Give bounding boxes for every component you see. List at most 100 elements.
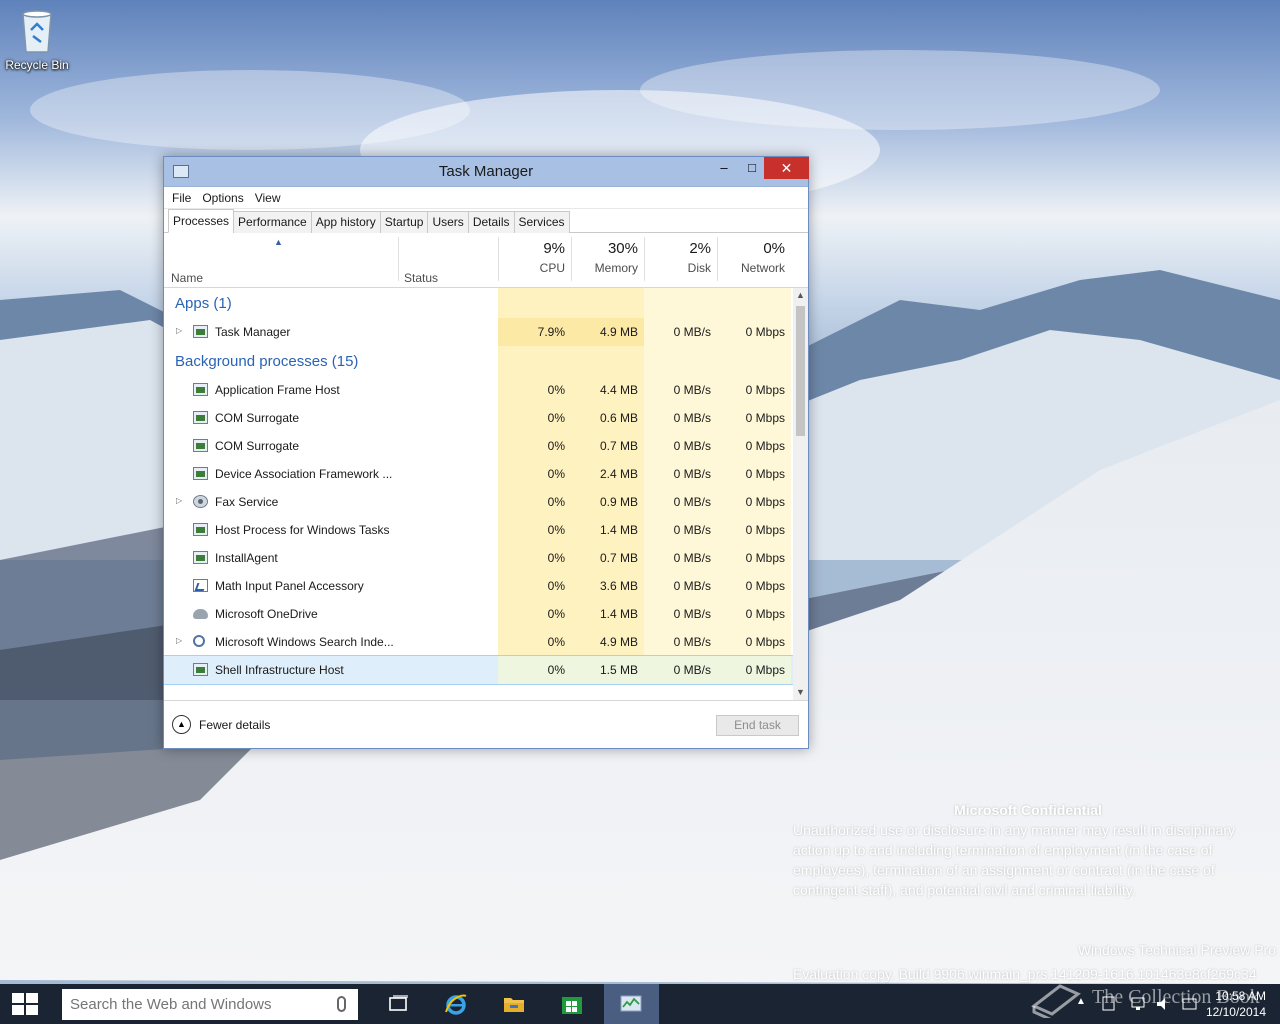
taskbar-search-box[interactable]: [62, 989, 358, 1020]
cpu-cell: 0%: [498, 572, 571, 600]
scroll-down-arrow-icon[interactable]: ▼: [793, 685, 808, 700]
title-bar[interactable]: Task Manager – □ ✕: [164, 157, 809, 187]
recycle-bin-label: Recycle Bin: [5, 58, 69, 72]
search-input[interactable]: [62, 989, 332, 1020]
process-row[interactable]: Microsoft OneDrive 0% 1.4 MB 0 MB/s 0 Mbps: [164, 600, 808, 628]
internet-explorer-button[interactable]: [432, 984, 480, 1024]
tab-app-history[interactable]: App history: [310, 211, 381, 233]
task-view-icon: [389, 995, 408, 1011]
app-window-icon: [193, 439, 208, 452]
process-row[interactable]: Math Input Panel Accessory 0% 3.6 MB 0 MB/…: [164, 572, 808, 600]
scroll-thumb[interactable]: [796, 306, 805, 436]
process-row[interactable]: Host Process for Windows Tasks 0% 1.4 MB 0…: [164, 516, 808, 544]
column-memory-header[interactable]: 30% Memory: [571, 233, 644, 288]
expand-chevron-icon[interactable]: ▷: [176, 636, 182, 645]
disk-cell: 0 MB/s: [644, 404, 717, 432]
end-task-button[interactable]: End task: [716, 715, 799, 736]
expand-chevron-icon[interactable]: ▷: [176, 496, 182, 505]
microphone-icon[interactable]: [337, 996, 346, 1012]
process-row[interactable]: ▷ Fax Service 0% 0.9 MB 0 MB/s 0 Mbps: [164, 488, 808, 516]
vertical-scrollbar[interactable]: ▲ ▼: [793, 288, 808, 700]
disk-cell: 0 MB/s: [644, 544, 717, 572]
cpu-cell: 0%: [498, 488, 571, 516]
cpu-cell: 0%: [498, 656, 571, 684]
cpu-cell: 0%: [498, 432, 571, 460]
group-background-processes[interactable]: Background processes (15): [164, 346, 808, 376]
task-manager-icon: [193, 325, 208, 338]
close-button[interactable]: ✕: [764, 157, 809, 179]
network-cell: 0 Mbps: [717, 572, 791, 600]
disk-cell: 0 MB/s: [644, 460, 717, 488]
menu-options[interactable]: Options: [198, 187, 247, 208]
menu-file[interactable]: File: [168, 187, 195, 208]
process-name: Device Association Framework ...: [215, 467, 393, 481]
column-disk-header[interactable]: 2% Disk: [644, 233, 717, 288]
app-window-icon: [193, 551, 208, 564]
memory-cell: 1.5 MB: [571, 656, 644, 684]
process-name: Host Process for Windows Tasks: [215, 523, 390, 537]
process-row[interactable]: Shell Infrastructure Host 0% 1.5 MB 0 MB/s…: [164, 655, 808, 685]
memory-total-percent: 30%: [607, 240, 638, 257]
memory-cell: 1.4 MB: [571, 600, 644, 628]
task-manager-taskbar-button[interactable]: [604, 984, 659, 1024]
fewer-details-button[interactable]: ▲ Fewer details: [172, 715, 270, 734]
recycle-bin-desktop-icon[interactable]: Recycle Bin: [4, 6, 70, 72]
column-network-header[interactable]: 0% Network: [717, 233, 791, 288]
memory-cell: [571, 288, 644, 318]
tab-services[interactable]: Services: [513, 211, 570, 233]
tab-strip: Processes Performance App history Startu…: [164, 209, 808, 233]
expand-chevron-icon[interactable]: ▷: [176, 326, 182, 335]
column-name-header[interactable]: Name: [171, 271, 203, 285]
task-view-button[interactable]: [375, 984, 423, 1024]
store-button[interactable]: [548, 984, 596, 1024]
memory-cell: 0.6 MB: [571, 404, 644, 432]
memory-cell: 4.4 MB: [571, 376, 644, 404]
start-button[interactable]: [0, 984, 50, 1024]
column-status-header[interactable]: Status: [404, 271, 438, 285]
process-row[interactable]: Application Frame Host 0% 4.4 MB 0 MB/s 0 M…: [164, 376, 808, 404]
maximize-button[interactable]: □: [738, 157, 766, 179]
column-cpu-header[interactable]: 9% CPU: [498, 233, 571, 288]
group-apps[interactable]: Apps (1): [164, 288, 808, 318]
process-row[interactable]: COM Surrogate 0% 0.6 MB 0 MB/s 0 Mbps: [164, 404, 808, 432]
file-explorer-button[interactable]: [490, 984, 538, 1024]
disk-cell: 0 MB/s: [644, 572, 717, 600]
network-cell: [717, 288, 791, 318]
sort-ascending-icon: ▲: [274, 237, 283, 247]
process-name: Task Manager: [215, 325, 291, 339]
process-name: Microsoft OneDrive: [215, 607, 318, 621]
disk-cell: [644, 346, 717, 376]
tab-startup[interactable]: Startup: [379, 211, 429, 233]
process-name: COM Surrogate: [215, 439, 300, 453]
cpu-cell: 0%: [498, 404, 571, 432]
process-row[interactable]: InstallAgent 0% 0.7 MB 0 MB/s 0 Mbps: [164, 544, 808, 572]
tab-performance[interactable]: Performance: [233, 211, 312, 233]
disk-cell: 0 MB/s: [644, 600, 717, 628]
cloud-icon: [193, 609, 208, 619]
search-indexer-icon: [193, 635, 205, 647]
memory-cell: [571, 346, 644, 376]
tab-details[interactable]: Details: [467, 211, 515, 233]
process-row[interactable]: Device Association Framework ... 0% 2.4 M…: [164, 460, 808, 488]
cpu-cell: 0%: [498, 460, 571, 488]
edition-watermark: Windows Technical Preview Pro: [1077, 942, 1276, 958]
process-row[interactable]: ▷ Task Manager 7.9% 4.9 MB 0 MB/s 0 Mbps: [164, 318, 808, 346]
app-window-icon: [193, 467, 208, 480]
process-row[interactable]: ▷ Microsoft Windows Search Inde... 0% 4.9…: [164, 628, 808, 656]
app-window-icon: [193, 663, 208, 676]
process-list: Apps (1) ▷ Task Manager 7.9% 4.9 MB 0 MB/s…: [164, 288, 808, 700]
cpu-cell: 7.9%: [498, 318, 571, 346]
network-cell: 0 Mbps: [717, 404, 791, 432]
tab-users[interactable]: Users: [427, 211, 469, 233]
network-column-label: Network: [740, 261, 785, 275]
network-cell: 0 Mbps: [717, 318, 791, 346]
menu-view[interactable]: View: [251, 187, 285, 208]
minimize-button[interactable]: –: [710, 157, 738, 179]
network-cell: 0 Mbps: [717, 432, 791, 460]
scroll-up-arrow-icon[interactable]: ▲: [793, 288, 808, 303]
disk-cell: 0 MB/s: [644, 318, 717, 346]
tab-processes[interactable]: Processes: [168, 209, 235, 233]
process-row[interactable]: COM Surrogate 0% 0.7 MB 0 MB/s 0 Mbps: [164, 432, 808, 460]
network-cell: 0 Mbps: [717, 544, 791, 572]
group-background-processes-label: Background processes (15): [175, 353, 359, 370]
